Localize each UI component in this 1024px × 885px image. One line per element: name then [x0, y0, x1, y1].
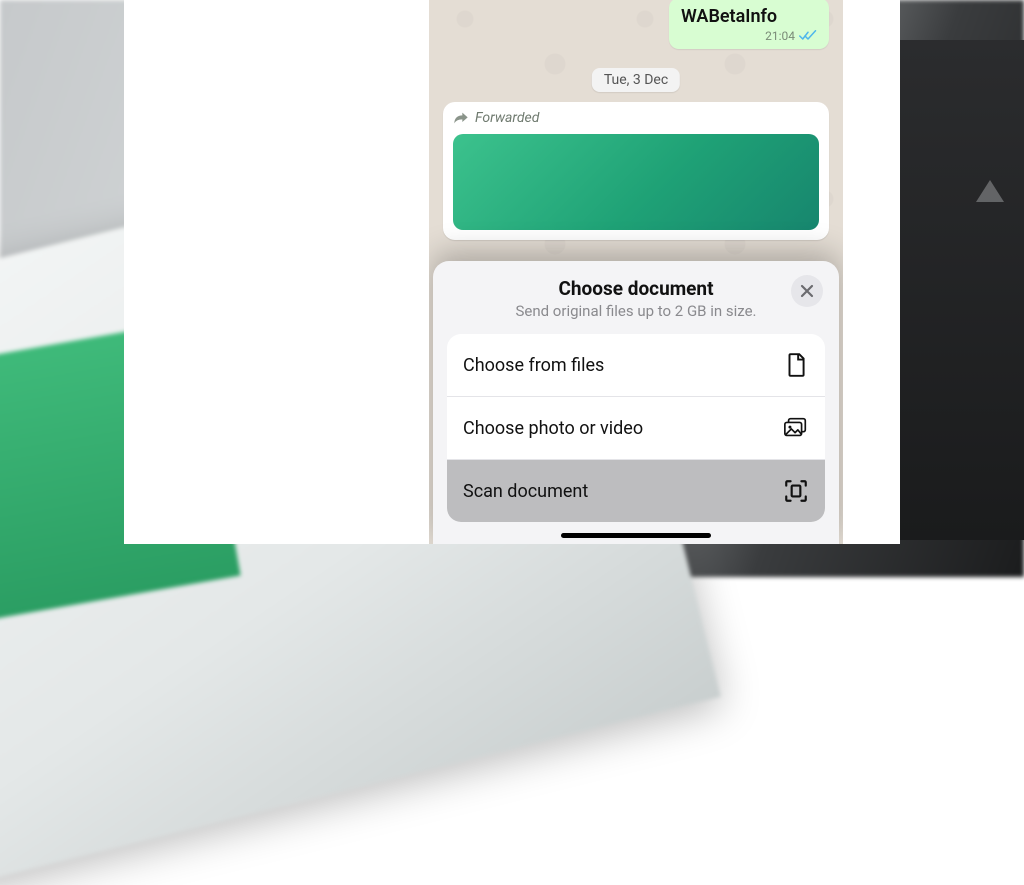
- article-card: WABetaInfo 21:04 Tue, 3 Dec Forwarded: [124, 0, 900, 544]
- gallery-icon: [783, 415, 809, 441]
- file-icon: [783, 352, 809, 378]
- forwarded-label: Forwarded: [475, 110, 539, 126]
- read-ticks-icon: [799, 30, 817, 42]
- sheet-title: Choose document: [447, 277, 825, 300]
- outgoing-message-bubble: WABetaInfo 21:04: [669, 0, 829, 49]
- option-scan-document[interactable]: Scan document: [447, 459, 825, 522]
- forwarded-media-preview: [453, 134, 819, 230]
- option-label: Choose from files: [463, 355, 604, 376]
- document-options-menu: Choose from files Choose photo or video: [447, 334, 825, 522]
- option-choose-photo-video[interactable]: Choose photo or video: [447, 396, 825, 459]
- forwarded-message-bubble: Forwarded: [443, 102, 829, 240]
- option-choose-from-files[interactable]: Choose from files: [447, 334, 825, 396]
- message-time: 21:04: [765, 29, 795, 43]
- option-label: Scan document: [463, 481, 588, 502]
- sheet-subtitle: Send original files up to 2 GB in size.: [447, 302, 825, 320]
- forward-arrow-icon: [453, 111, 469, 125]
- scan-icon: [783, 478, 809, 504]
- message-text: WABetaInfo: [681, 6, 817, 27]
- close-icon: [800, 284, 814, 298]
- close-button[interactable]: [791, 275, 823, 307]
- home-indicator[interactable]: [561, 533, 711, 538]
- date-separator: Tue, 3 Dec: [592, 68, 680, 92]
- document-picker-sheet: Choose document Send original files up t…: [433, 261, 839, 544]
- phone-screenshot: WABetaInfo 21:04 Tue, 3 Dec Forwarded: [429, 0, 843, 544]
- option-label: Choose photo or video: [463, 418, 643, 439]
